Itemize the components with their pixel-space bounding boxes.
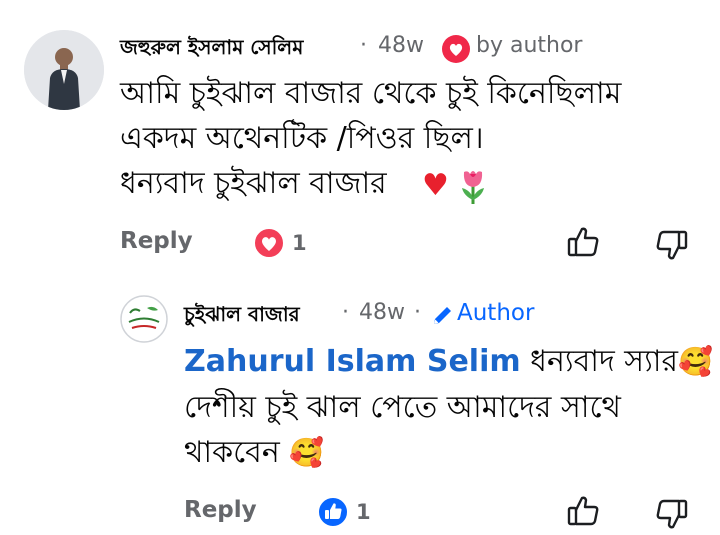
- reply-reaction-count[interactable]: 1: [356, 500, 371, 524]
- commenter-avatar[interactable]: [24, 30, 104, 110]
- meta-separator: ·: [360, 33, 367, 58]
- reply-meta-separator-2: ·: [414, 300, 421, 325]
- comment-text-line-2: একদম অথেনটিক /পিওর ছিল।: [120, 121, 484, 156]
- smiling-hearts-emoji: 🥰: [678, 345, 713, 378]
- reply-thumbs-up-icon[interactable]: [565, 493, 601, 529]
- reply-text-line-3: থাকবেন 🥰: [184, 431, 324, 475]
- reply-thumbs-down-icon[interactable]: [654, 496, 690, 532]
- reply-button[interactable]: Reply: [120, 228, 193, 254]
- reaction-count[interactable]: 1: [292, 231, 307, 255]
- tulip-emoji-icon: [456, 166, 490, 206]
- reply-text-line-2: দেশীয় চুই ঝাল পেতে আমাদের সাথে: [184, 390, 621, 425]
- like-reaction-icon[interactable]: [316, 495, 350, 529]
- mention-link[interactable]: Zahurul Islam Selim: [184, 344, 521, 379]
- comment-text-line-3: ধন্যবাদ চুইঝাল বাজার: [120, 166, 387, 201]
- love-reaction-icon[interactable]: [252, 226, 286, 260]
- reply-text-line-3-text: থাকবেন: [184, 435, 280, 470]
- person-avatar-image: [24, 30, 104, 110]
- heart-badge-icon: [441, 34, 471, 64]
- reply-text-line-1-text: ধন্যবাদ স্যার: [530, 344, 679, 379]
- page-avatar[interactable]: [120, 295, 168, 343]
- smiling-hearts-emoji-2: 🥰: [289, 436, 325, 469]
- reply-button-2[interactable]: Reply: [184, 497, 257, 523]
- reply-text-line-1: Zahurul Islam Selim ধন্যবাদ স্যার🥰: [184, 340, 713, 384]
- red-heart-emoji: ♥: [422, 168, 449, 203]
- thumbs-down-icon[interactable]: [654, 227, 690, 263]
- comment-time[interactable]: 48w: [378, 33, 424, 58]
- comment-text-line-1: আমি চুইঝাল বাজার থেকে চুই কিনেছিলাম: [120, 76, 622, 111]
- commenter-name[interactable]: জহুরুল ইসলাম সেলিম: [120, 33, 303, 66]
- author-badge-label: by author: [476, 33, 583, 58]
- thumbs-up-icon[interactable]: [565, 224, 601, 260]
- reply-meta-separator: ·: [342, 300, 349, 325]
- brand-logo: [120, 295, 168, 343]
- page-name[interactable]: চুইঝাল বাজার: [184, 300, 300, 333]
- reply-time[interactable]: 48w: [359, 300, 405, 325]
- pencil-icon: [431, 303, 455, 327]
- author-label: Author: [457, 300, 535, 326]
